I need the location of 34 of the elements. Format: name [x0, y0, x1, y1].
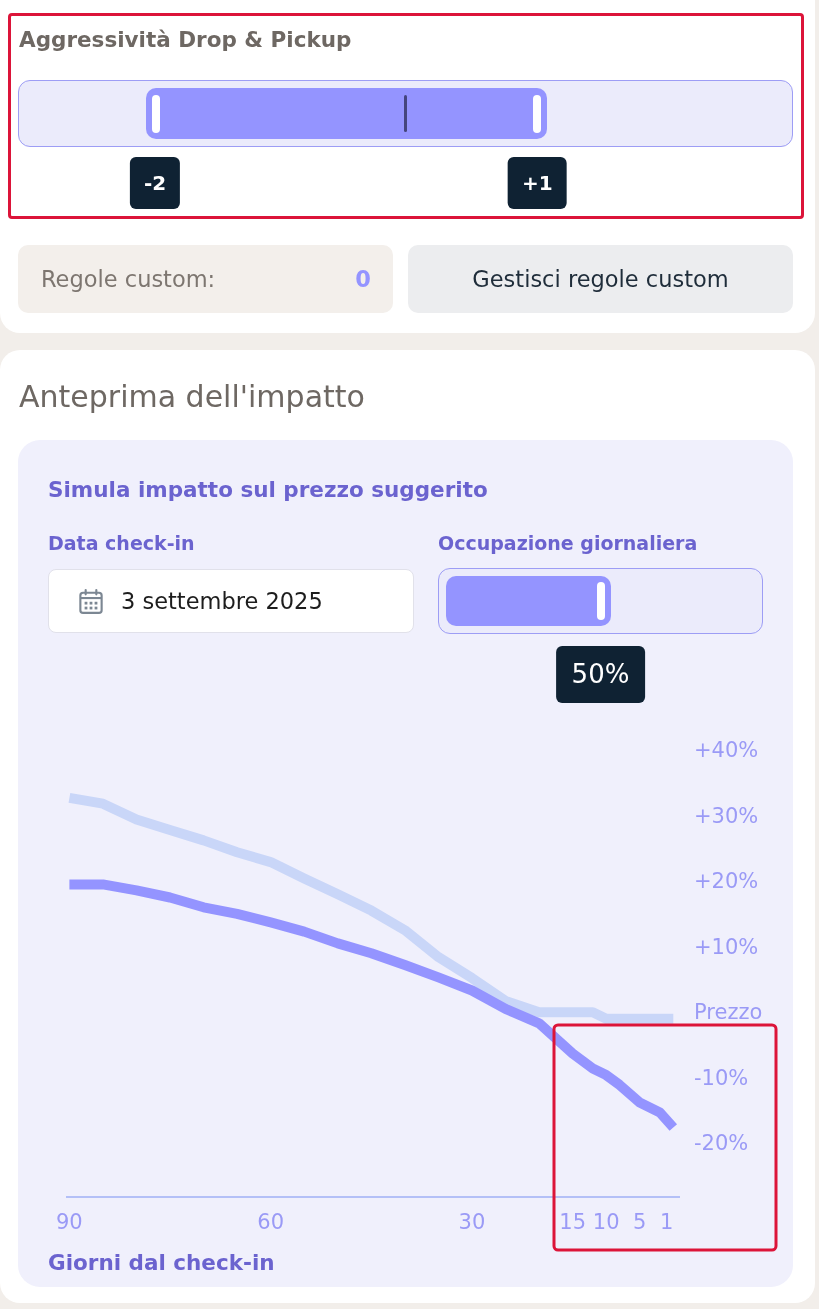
field-label: Data check-in	[48, 531, 196, 556]
calendar-icon	[79, 588, 103, 614]
axis-label: +10%	[694, 934, 759, 959]
field-label: Occupazione giornaliera	[438, 531, 699, 556]
slider-handle[interactable]	[596, 582, 605, 620]
value-badge: -2	[130, 157, 181, 209]
axis-label: 15	[559, 1210, 586, 1234]
center-tick-icon	[404, 95, 407, 132]
axis-label: 1	[659, 1210, 674, 1234]
axis-label: 90	[56, 1210, 83, 1234]
section-title: Anteprima dell'impatto	[18, 380, 366, 414]
axis-label: 5	[633, 1210, 647, 1234]
axis-label: 30	[458, 1210, 486, 1234]
axis-label: +30%	[694, 803, 759, 828]
axis-label: Prezzo	[694, 1000, 763, 1025]
slider-handle[interactable]	[532, 94, 541, 133]
axis-label: -10%	[694, 1065, 749, 1090]
slider-track[interactable]	[438, 568, 763, 634]
panel-title: Simula impatto sul prezzo suggerito	[48, 476, 489, 504]
axis-label: +40%	[694, 738, 759, 762]
rule-count-label: Regole custom:	[41, 266, 216, 292]
date-field[interactable]: 3 settembre 2025	[48, 569, 414, 633]
value-badge: 50%	[555, 646, 646, 703]
value-badge: +1	[507, 157, 567, 209]
slider-handle[interactable]	[151, 94, 160, 133]
rule-count: 0	[355, 266, 371, 292]
axis-label: +20%	[694, 869, 759, 894]
section-title: Aggressività Drop & Pickup	[18, 26, 353, 54]
axis-label: 60	[257, 1210, 285, 1234]
slider-track[interactable]	[18, 80, 793, 147]
axis-label: 10	[592, 1210, 620, 1234]
axis-label: -20%	[694, 1131, 749, 1156]
axis-title: Giorni dal check-in	[48, 1252, 276, 1274]
manage-rules-button[interactable]: Gestisci regole custom	[408, 245, 793, 313]
